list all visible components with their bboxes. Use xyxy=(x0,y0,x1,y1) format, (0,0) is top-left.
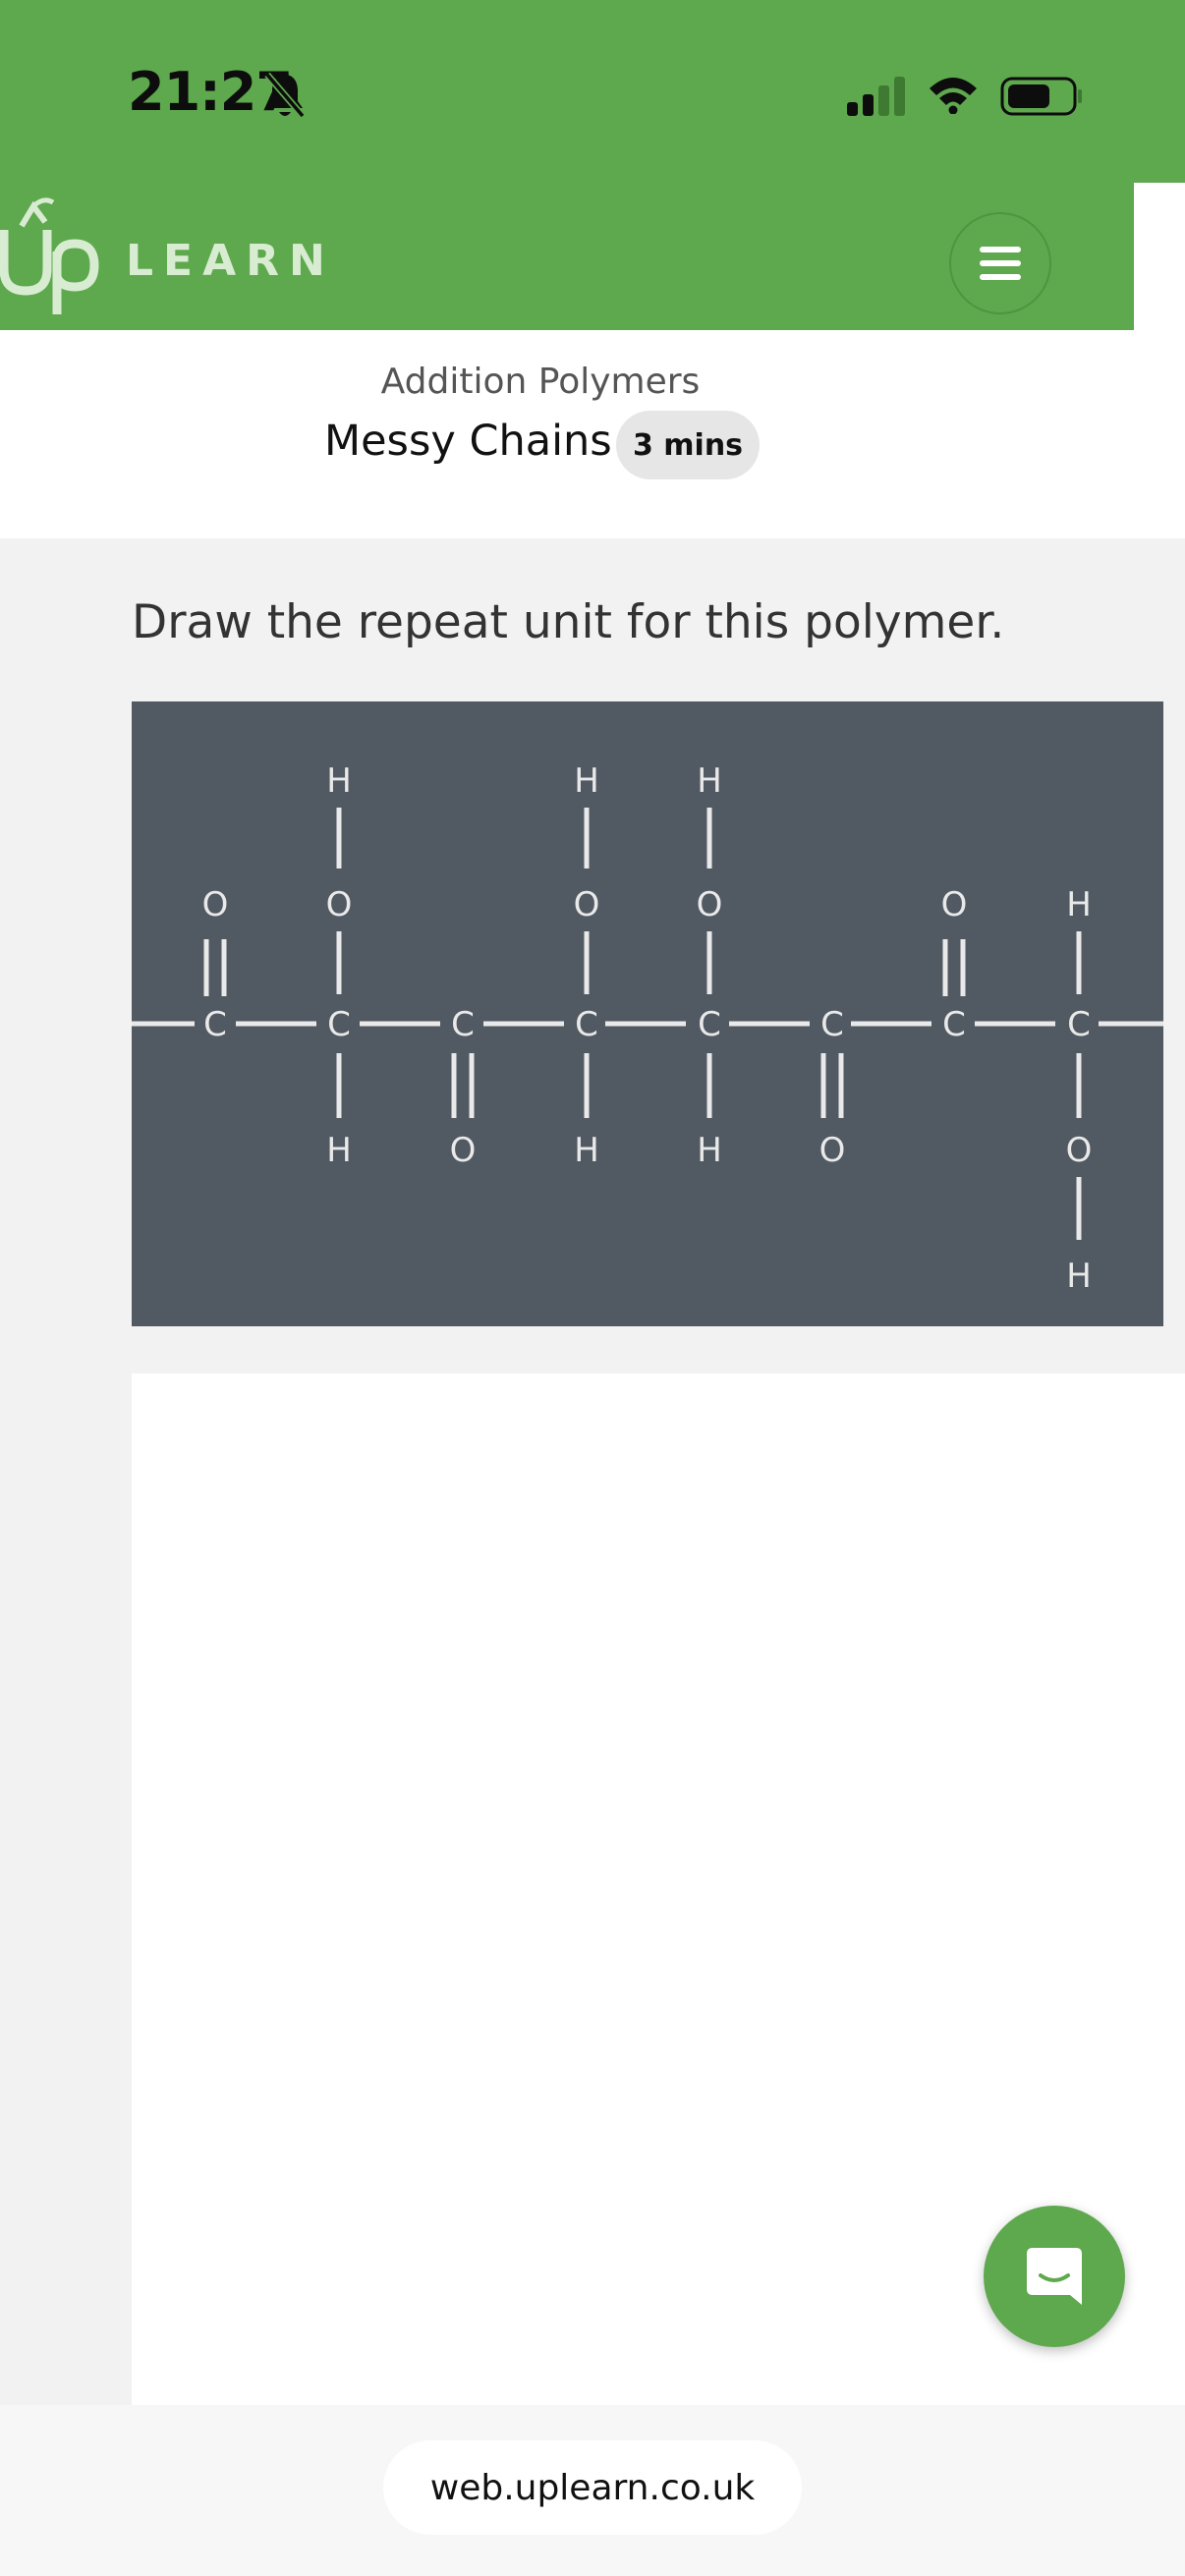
atom-hydrogen: H xyxy=(1066,885,1092,924)
atom-oxygen: O xyxy=(941,885,968,924)
atom-oxygen: O xyxy=(202,885,229,924)
atom-carbon: C xyxy=(698,1005,721,1044)
atom-carbon: C xyxy=(820,1005,844,1044)
atom-oxygen: O xyxy=(326,885,353,924)
atom-hydrogen: H xyxy=(697,761,722,801)
chat-bubble-icon xyxy=(1027,2248,1082,2305)
atom-oxygen: O xyxy=(1066,1131,1093,1170)
atom-oxygen: O xyxy=(574,885,600,924)
atom-hydrogen: H xyxy=(326,1131,352,1170)
polymer-structure-image: C C C C C C C C O O O O O H H H H H O H … xyxy=(132,701,1163,1326)
atom-carbon: C xyxy=(451,1005,475,1044)
atom-carbon: C xyxy=(203,1005,227,1044)
atom-hydrogen: H xyxy=(326,761,352,801)
chat-button[interactable] xyxy=(984,2206,1125,2347)
url-bar[interactable]: web.uplearn.co.uk xyxy=(383,2440,802,2535)
atom-hydrogen: H xyxy=(1066,1257,1092,1296)
atom-hydrogen: H xyxy=(574,1131,599,1170)
atom-oxygen: O xyxy=(450,1131,477,1170)
atom-oxygen: O xyxy=(819,1131,846,1170)
atom-hydrogen: H xyxy=(574,761,599,801)
atom-oxygen: O xyxy=(697,885,723,924)
atom-hydrogen: H xyxy=(697,1131,722,1170)
atom-carbon: C xyxy=(327,1005,351,1044)
atom-carbon: C xyxy=(575,1005,598,1044)
atom-carbon: C xyxy=(1067,1005,1091,1044)
atom-carbon: C xyxy=(942,1005,966,1044)
